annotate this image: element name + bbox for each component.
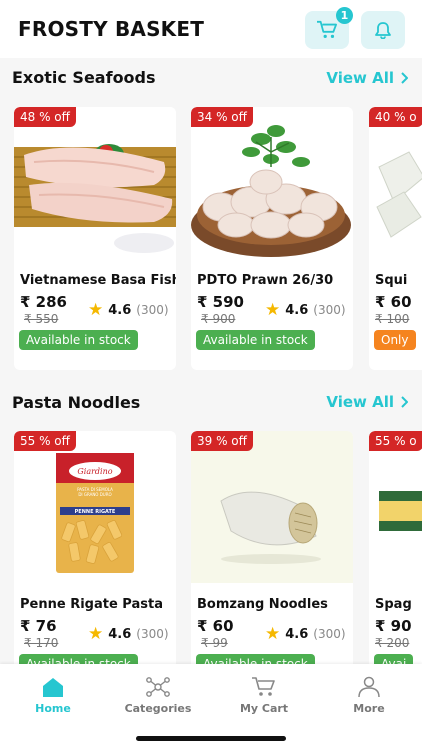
section-title-exotic-seafoods: Exotic Seafoods — [12, 68, 156, 87]
discount-badge: 34 % off — [191, 107, 253, 127]
product-card-squid[interactable]: 40 % o Squi ₹ 60 ₹ 100 Only — [369, 107, 422, 370]
rating-count: (300) — [313, 627, 346, 641]
rating-count: (300) — [313, 303, 346, 317]
stock-status-badge: Only — [374, 330, 416, 350]
cart-icon — [317, 20, 337, 38]
product-image-spaghetti — [369, 431, 422, 583]
product-price: ₹ 60 — [375, 293, 412, 311]
home-indicator — [136, 736, 286, 741]
rating-count: (300) — [136, 627, 169, 641]
tab-home[interactable]: Home — [13, 676, 93, 715]
view-all-label: View All — [326, 393, 394, 411]
app-title: FROSTY BASKET — [18, 17, 205, 41]
cart-count-badge: 1 — [336, 7, 353, 24]
tab-label: Categories — [124, 702, 192, 715]
product-name: PDTO Prawn 26/30 — [197, 273, 334, 288]
product-mrp: ₹ 170 — [24, 636, 59, 650]
product-card-spaghetti[interactable]: 55 % o Spag ₹ 90 ₹ 200 Avai — [369, 431, 422, 694]
product-mrp: ₹ 100 — [375, 312, 410, 326]
product-mrp: ₹ 900 — [201, 312, 236, 326]
product-image-penne-pasta: Giardino PASTA DI SEMOLA DI GRANO DURO P… — [14, 431, 176, 583]
pack-product-name: PENNE RIGATE — [75, 509, 116, 515]
stock-status-badge: Available in stock — [196, 330, 315, 350]
product-rating: ★ 4.6 (300) — [265, 300, 346, 320]
app-screen: FROSTY BASKET 1 Exotic Seafoods View All — [0, 0, 422, 750]
product-rating: ★ 4.6 (300) — [88, 624, 169, 644]
product-name: Squi — [375, 273, 408, 288]
product-card-basa-fish[interactable]: 48 % off Vietnamese Basa Fish ₹ 286 ₹ 55… — [14, 107, 176, 370]
product-name: Bomzang Noodles — [197, 597, 328, 612]
discount-badge: 48 % off — [14, 107, 76, 127]
tab-more[interactable]: More — [329, 676, 409, 715]
view-all-seafoods-link[interactable]: View All — [326, 69, 408, 87]
pack-line-2: DI GRANO DURO — [78, 492, 111, 497]
product-image-prawn — [191, 107, 353, 259]
cart-icon — [252, 677, 275, 696]
pack-brand: Giardino — [77, 467, 112, 476]
discount-badge: 39 % off — [191, 431, 253, 451]
chevron-right-icon — [401, 72, 408, 84]
star-icon: ★ — [88, 624, 104, 644]
top-bar: FROSTY BASKET 1 — [0, 0, 422, 58]
discount-badge: 55 % off — [14, 431, 76, 451]
product-mrp: ₹ 99 — [201, 636, 228, 650]
product-mrp: ₹ 550 — [24, 312, 59, 326]
product-name: Penne Rigate Pasta — [20, 597, 163, 612]
view-all-label: View All — [326, 69, 394, 87]
discount-badge: 40 % o — [369, 107, 422, 127]
star-icon: ★ — [265, 624, 281, 644]
bell-icon — [375, 22, 391, 39]
product-card-prawn[interactable]: 34 % off PDTO Prawn 26/30 ₹ 590 ₹ 900 ★ … — [191, 107, 353, 370]
product-price: ₹ 590 — [197, 293, 244, 311]
person-icon — [358, 676, 380, 698]
product-card-penne-pasta[interactable]: Giardino PASTA DI SEMOLA DI GRANO DURO P… — [14, 431, 176, 694]
star-icon: ★ — [265, 300, 281, 320]
product-price: ₹ 90 — [375, 617, 412, 635]
star-icon: ★ — [88, 300, 104, 320]
tab-label: Home — [35, 702, 71, 715]
chevron-right-icon — [401, 396, 408, 408]
rating-value: 4.6 — [108, 626, 132, 642]
tab-my-cart[interactable]: My Cart — [224, 676, 304, 715]
product-image-basa-fish — [14, 107, 176, 259]
categories-icon — [146, 677, 170, 697]
product-image-bomzang-noodles — [191, 431, 353, 583]
product-mrp: ₹ 200 — [375, 636, 410, 650]
product-card-bomzang-noodles[interactable]: 39 % off Bomzang Noodles ₹ 60 ₹ 99 ★ 4.6… — [191, 431, 353, 694]
notifications-button[interactable] — [361, 11, 405, 49]
product-name: Spag — [375, 597, 412, 612]
rating-count: (300) — [136, 303, 169, 317]
stock-status-badge: Available in stock — [19, 330, 138, 350]
discount-badge: 55 % o — [369, 431, 422, 451]
rating-value: 4.6 — [285, 626, 309, 642]
tab-label: More — [353, 702, 385, 715]
section-title-pasta-noodles: Pasta Noodles — [12, 393, 141, 412]
product-price: ₹ 76 — [20, 617, 57, 635]
product-image-squid — [369, 107, 422, 259]
cart-button[interactable]: 1 — [305, 7, 353, 49]
product-price: ₹ 60 — [197, 617, 234, 635]
rating-value: 4.6 — [108, 302, 132, 318]
product-price: ₹ 286 — [20, 293, 67, 311]
product-rating: ★ 4.6 (300) — [265, 624, 346, 644]
home-icon — [43, 678, 63, 697]
product-name: Vietnamese Basa Fish — [20, 273, 176, 288]
product-rating: ★ 4.6 (300) — [88, 300, 169, 320]
rating-value: 4.6 — [285, 302, 309, 318]
tab-label: My Cart — [239, 702, 289, 715]
view-all-pasta-link[interactable]: View All — [326, 393, 408, 411]
tab-categories[interactable]: Categories — [118, 676, 198, 715]
